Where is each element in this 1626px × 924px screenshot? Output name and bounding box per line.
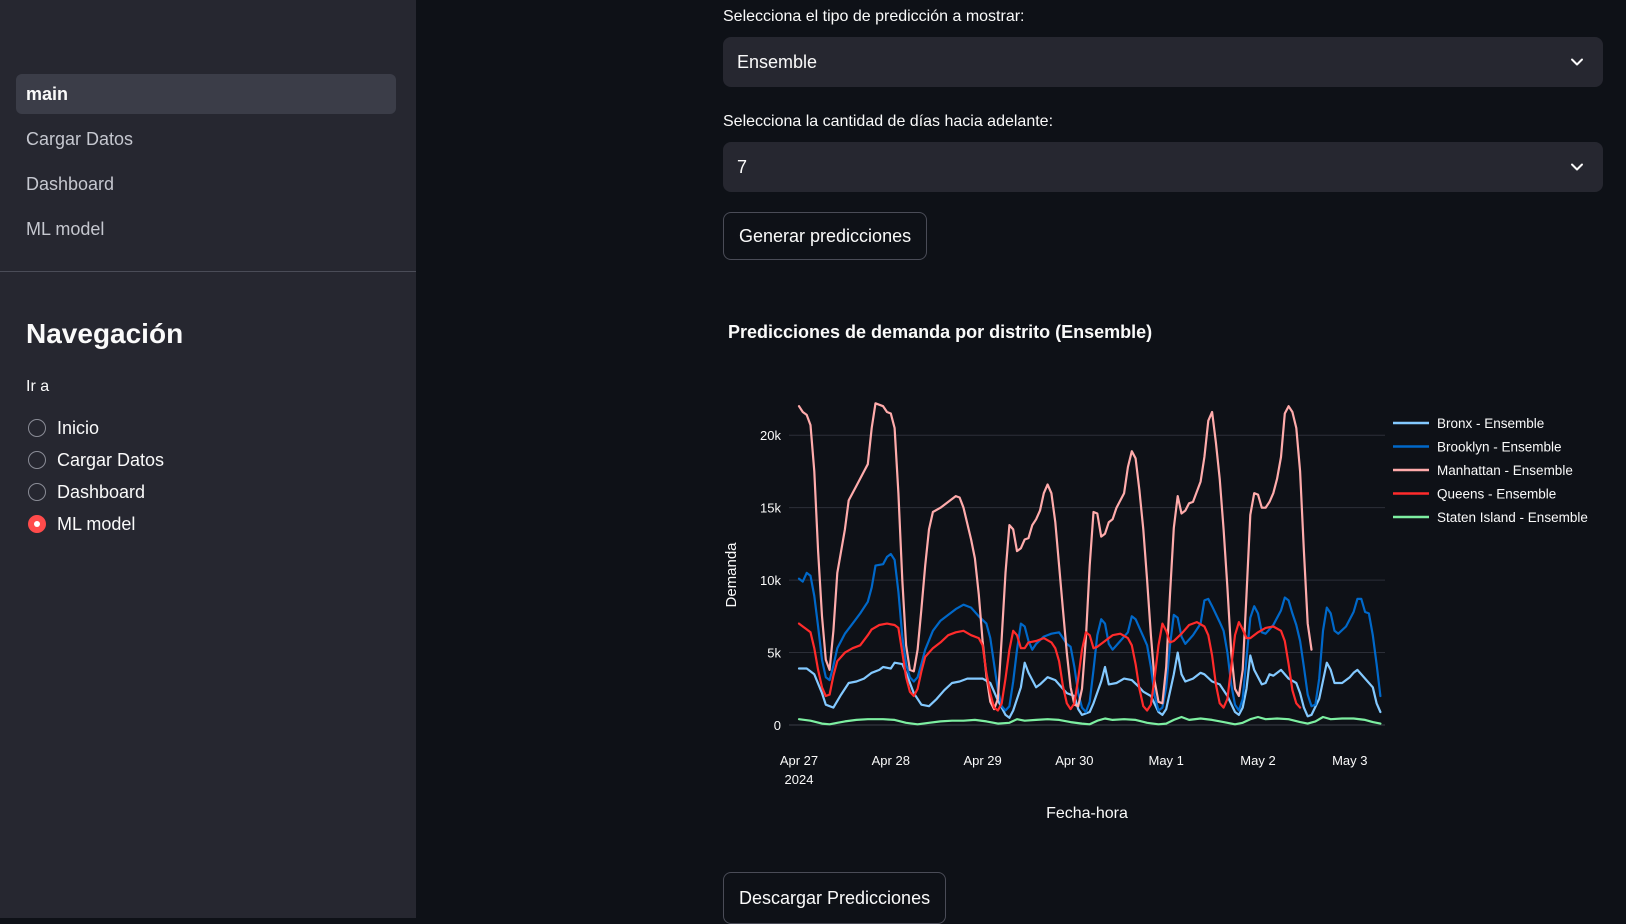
sidebar: main Cargar Datos Dashboard ML model Nav… <box>0 0 416 918</box>
radio-option-inicio[interactable]: Inicio <box>28 412 164 444</box>
sidebar-item-main[interactable]: main <box>16 74 396 114</box>
legend-item: Brooklyn - Ensemble <box>1437 440 1562 455</box>
days-ahead-label: Selecciona la cantidad de días hacia ade… <box>723 113 1054 130</box>
chart-series <box>797 402 1382 726</box>
radio-option-label: Inicio <box>57 417 100 438</box>
legend-item: Manhattan - Ensemble <box>1437 463 1573 478</box>
y-tick-label: 0 <box>774 718 781 733</box>
chart-title: Predicciones de demanda por distrito (En… <box>728 322 1153 342</box>
y-tick-label: 5k <box>767 646 781 661</box>
sidebar-title: Navegación <box>26 318 184 349</box>
radio-selected-icon[interactable] <box>28 515 46 533</box>
prediction-type-label: Selecciona el tipo de predicción a mostr… <box>723 8 1025 25</box>
legend-item: Staten Island - Ensemble <box>1437 510 1588 525</box>
generate-predictions-button[interactable]: Generar predicciones <box>723 212 928 260</box>
legend-item: Bronx - Ensemble <box>1437 416 1544 431</box>
radio-option-label: ML model <box>57 513 136 534</box>
legend-item: Queens - Ensemble <box>1437 487 1556 502</box>
y-tick-label: 10k <box>760 573 781 588</box>
x-tick-label: May 1 <box>1148 753 1183 768</box>
x-tick-label: Apr 30 <box>1055 753 1093 768</box>
days-ahead-select[interactable]: 7 <box>723 142 1603 192</box>
prediction-type-select[interactable]: Ensemble <box>723 37 1603 87</box>
x-tick-sublabel: 2024 <box>785 772 814 787</box>
series-line-manhattan <box>797 402 1313 711</box>
sidebar-item-ml-model[interactable]: ML model <box>16 209 396 249</box>
radio-option-cargar-datos[interactable]: Cargar Datos <box>28 444 164 476</box>
radio-option-label: Dashboard <box>57 481 146 502</box>
radio-option-dashboard[interactable]: Dashboard <box>28 476 164 508</box>
radio-icon[interactable] <box>28 451 46 469</box>
chevron-down-icon <box>1571 163 1583 171</box>
x-axis-ticks: Apr 27 Apr 28 Apr 29 Apr 30 May 1 May 2 May 3 2… <box>780 753 1368 787</box>
series-line-bronx <box>797 651 1382 719</box>
demand-prediction-chart: 0 5k 10k 15k 20k Apr 27 Apr 28 Apr 29 Apr 30 May… <box>723 402 1588 822</box>
x-axis-label: Fecha-hora <box>1046 805 1128 822</box>
radio-icon[interactable] <box>28 483 46 501</box>
prediction-type-value: Ensemble <box>737 51 818 72</box>
series-line-staten-island <box>797 715 1382 726</box>
radio-icon[interactable] <box>28 419 46 437</box>
sidebar-nav: main Cargar Datos Dashboard ML model <box>16 74 396 254</box>
x-tick-label: Apr 27 <box>780 753 818 768</box>
x-tick-label: May 2 <box>1240 753 1275 768</box>
chevron-down-icon <box>1571 58 1583 66</box>
sidebar-divider <box>0 271 416 272</box>
radio-group-label: Ir a <box>26 378 50 395</box>
y-tick-label: 15k <box>760 501 781 516</box>
navigation-radio-group: Inicio Cargar Datos Dashboard ML model <box>28 412 164 540</box>
radio-option-ml-model[interactable]: ML model <box>28 508 164 540</box>
y-tick-label: 20k <box>760 428 781 443</box>
chart-legend[interactable]: Bronx - Ensemble Brooklyn - Ensemble Manha… <box>1393 416 1588 525</box>
y-axis-label: Demanda <box>723 542 740 608</box>
sidebar-item-cargar-datos[interactable]: Cargar Datos <box>16 119 396 159</box>
y-axis-ticks: 0 5k 10k 15k 20k <box>760 428 781 733</box>
x-tick-label: Apr 28 <box>872 753 910 768</box>
x-tick-label: May 3 <box>1332 753 1367 768</box>
sidebar-item-dashboard[interactable]: Dashboard <box>16 164 396 204</box>
radio-option-label: Cargar Datos <box>57 449 165 470</box>
days-ahead-value: 7 <box>737 156 748 177</box>
download-predictions-button[interactable]: Descargar Predicciones <box>723 872 947 924</box>
x-tick-label: Apr 29 <box>963 753 1001 768</box>
